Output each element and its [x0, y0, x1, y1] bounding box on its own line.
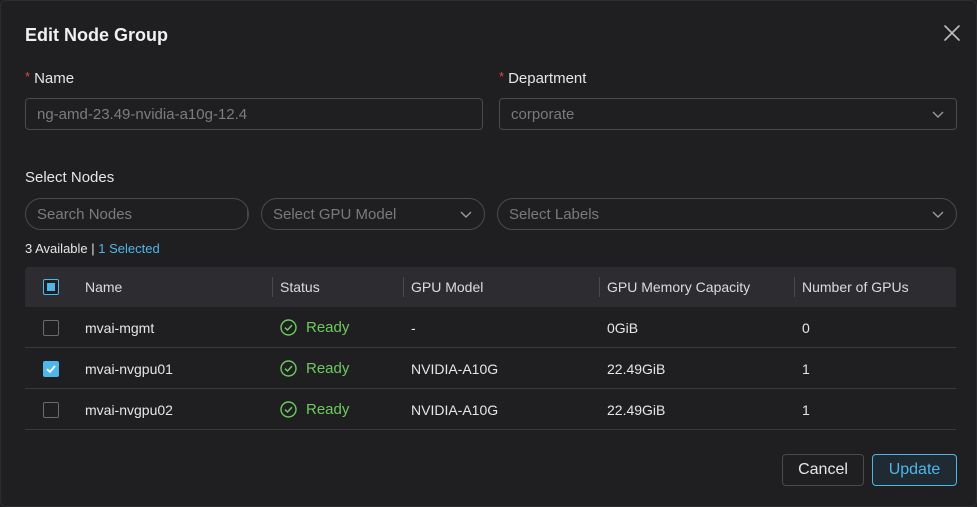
required-mark: *	[25, 69, 31, 84]
num-gpus: 0	[802, 319, 810, 336]
node-name: mvai-nvgpu02	[85, 401, 173, 418]
column-header-gpu-memory[interactable]: GPU Memory Capacity	[607, 267, 750, 307]
department-value: corporate	[511, 105, 575, 123]
name-input[interactable]	[37, 105, 471, 123]
department-label-text: Department	[508, 70, 587, 87]
chevron-down-icon	[460, 211, 472, 218]
name-label: * Name	[25, 69, 74, 87]
select-all-cell	[43, 267, 59, 307]
check-circle-icon	[280, 360, 297, 377]
search-button[interactable]	[247, 199, 249, 229]
labels-placeholder: Select Labels	[509, 205, 600, 223]
check-circle-icon	[280, 319, 297, 336]
chevron-down-icon	[932, 211, 944, 218]
gpu-model: -	[411, 319, 416, 336]
node-name: mvai-mgmt	[85, 319, 155, 336]
close-icon	[944, 25, 960, 41]
department-select[interactable]: corporate	[499, 98, 957, 130]
status-text: Ready	[306, 319, 350, 336]
column-header-num-gpus[interactable]: Number of GPUs	[802, 267, 909, 307]
status-text: Ready	[306, 401, 350, 418]
gpu-model-placeholder: Select GPU Model	[273, 205, 397, 223]
select-nodes-label: Select Nodes	[25, 169, 115, 186]
status-text: Ready	[306, 360, 350, 377]
table-row[interactable]: mvai-mgmt Ready - 0GiB 0	[25, 307, 956, 348]
edit-node-group-modal: Edit Node Group *Name *Department corpor…	[0, 0, 977, 507]
cancel-button[interactable]: Cancel	[782, 454, 864, 486]
num-gpus: 1	[802, 401, 810, 418]
column-header-name[interactable]: Name	[85, 267, 122, 307]
status-cell: Ready	[280, 348, 349, 389]
check-circle-icon	[280, 401, 297, 418]
table-row[interactable]: mvai-nvgpu01 Ready NVIDIA-A10G 22.49GiB …	[25, 348, 956, 389]
search-icon	[248, 205, 249, 223]
nodes-table: Name Status GPU Model GPU Memory Capacit…	[25, 267, 956, 430]
column-header-gpu-model[interactable]: GPU Model	[411, 267, 483, 307]
search-nodes-box	[25, 198, 249, 230]
gpu-model-select[interactable]: Select GPU Model	[261, 198, 485, 230]
row-checkbox[interactable]	[43, 401, 59, 418]
close-button[interactable]	[941, 22, 963, 44]
chevron-down-icon	[932, 111, 944, 118]
status-cell: Ready	[280, 307, 349, 348]
table-row[interactable]: mvai-nvgpu02 Ready NVIDIA-A10G 22.49GiB …	[25, 389, 956, 430]
modal-title: Edit Node Group	[25, 25, 168, 45]
name-field[interactable]	[25, 98, 483, 130]
name-label-text: Name	[34, 70, 75, 87]
selected-count[interactable]: 1 Selected	[98, 241, 159, 256]
gpu-memory: 22.49GiB	[607, 360, 666, 377]
num-gpus: 1	[802, 360, 810, 377]
gpu-memory: 0GiB	[607, 319, 639, 336]
update-button[interactable]: Update	[872, 454, 957, 486]
checkmark-icon	[46, 364, 56, 373]
table-header: Name Status GPU Model GPU Memory Capacit…	[25, 267, 956, 307]
row-checkbox[interactable]	[43, 360, 59, 377]
department-label: * Department	[499, 69, 586, 87]
column-header-status[interactable]: Status	[280, 267, 320, 307]
node-name: mvai-nvgpu01	[85, 360, 173, 377]
required-mark: *	[499, 69, 505, 84]
selection-counts: 3 Available | 1 Selected	[25, 241, 160, 256]
gpu-memory: 22.49GiB	[607, 401, 666, 418]
gpu-model: NVIDIA-A10G	[411, 360, 499, 377]
available-count: 3 Available |	[25, 241, 95, 256]
select-all-checkbox[interactable]	[43, 279, 59, 295]
row-checkbox[interactable]	[43, 319, 59, 336]
gpu-model: NVIDIA-A10G	[411, 401, 499, 418]
status-cell: Ready	[280, 389, 349, 430]
search-nodes-input[interactable]	[26, 199, 247, 229]
labels-select[interactable]: Select Labels	[497, 198, 957, 230]
